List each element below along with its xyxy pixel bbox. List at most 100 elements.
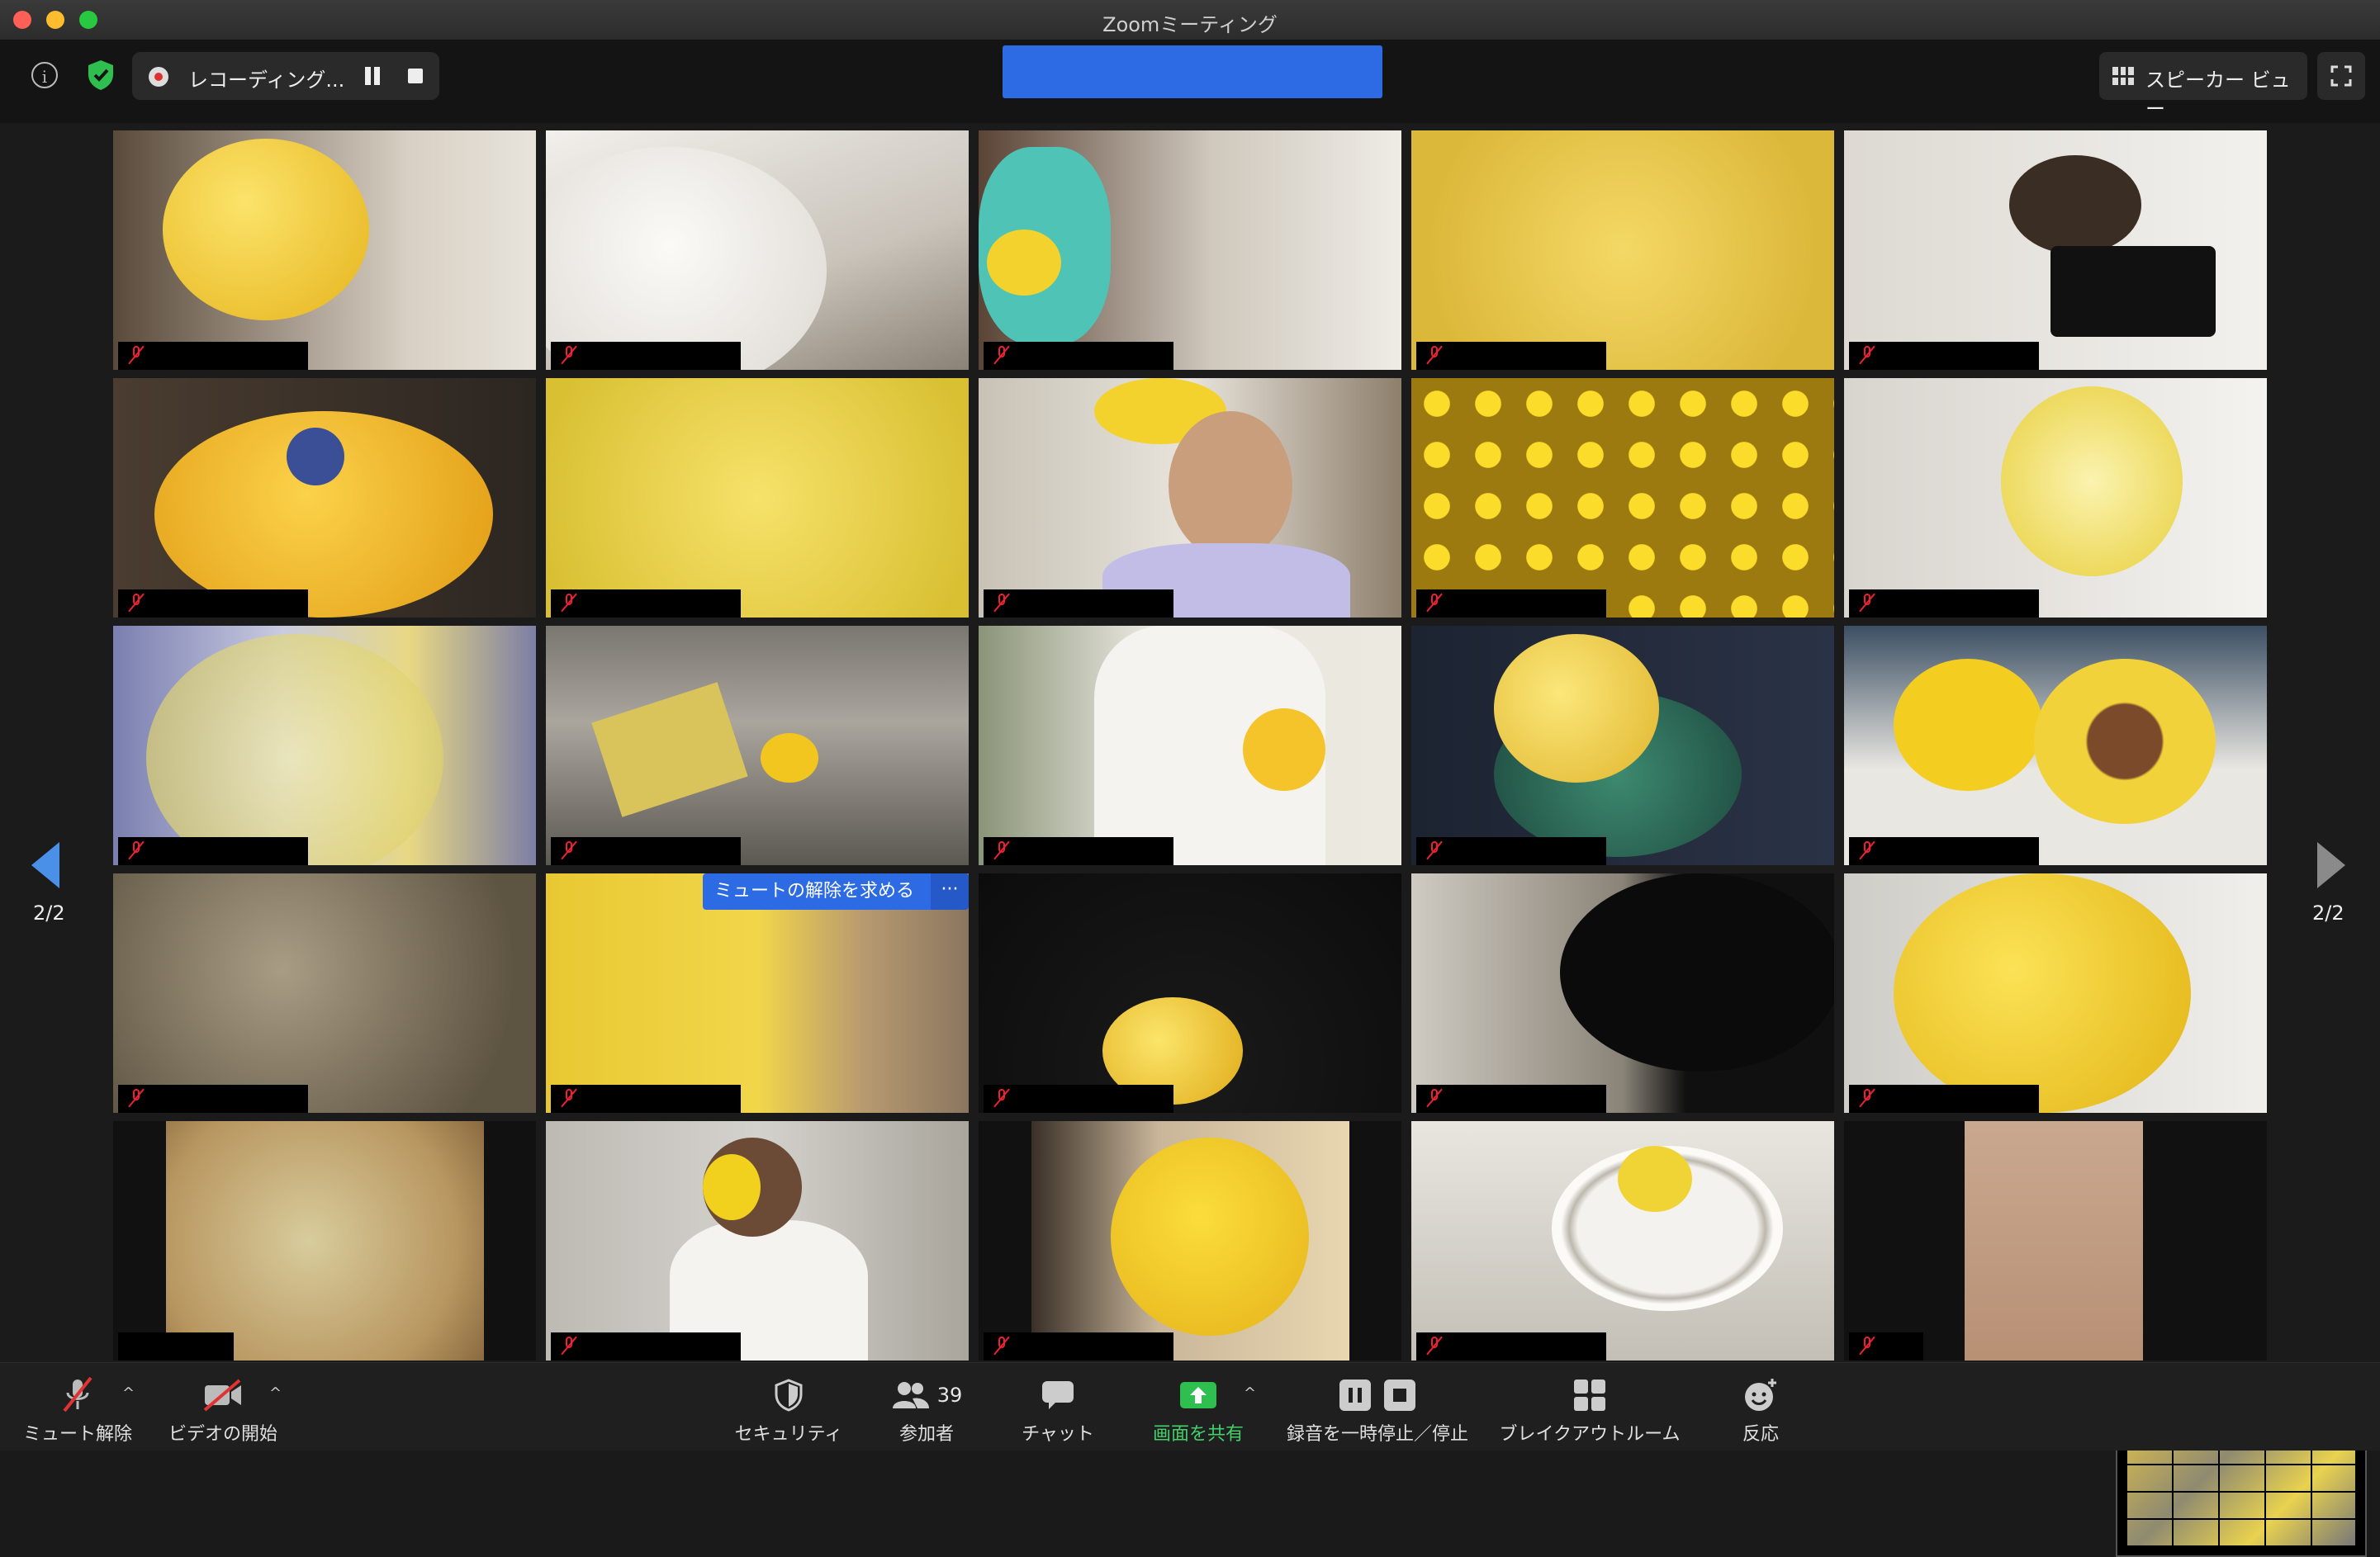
unmute-button[interactable]: ミュート解除 [20, 1375, 135, 1446]
muted-mic-icon [126, 1088, 146, 1108]
video-tile[interactable] [1411, 1121, 1834, 1361]
muted-mic-icon [992, 345, 1012, 365]
share-screen-icon [1180, 1382, 1216, 1408]
breakout-rooms-icon [1574, 1380, 1605, 1411]
participant-name-bar [1416, 837, 1606, 865]
chevron-right-icon [2317, 842, 2345, 888]
video-grid: ミュートの解除を求める ··· [113, 130, 2267, 1361]
muted-mic-icon [126, 345, 146, 365]
video-tile[interactable] [1411, 873, 1834, 1113]
security-button[interactable]: セキュリティ [727, 1375, 851, 1446]
participant-name-bar [551, 1085, 741, 1113]
video-tile[interactable] [1411, 130, 1834, 370]
next-page-button[interactable]: 2/2 [2312, 842, 2345, 925]
video-tile[interactable] [113, 130, 536, 370]
participant-name-bar [1849, 837, 2039, 865]
muted-mic-icon [1425, 345, 1444, 365]
muted-mic-icon [992, 1336, 1012, 1356]
video-tile[interactable] [979, 1121, 1401, 1361]
video-tile[interactable] [1411, 626, 1834, 865]
pause-recording-icon[interactable] [363, 67, 382, 85]
video-tile[interactable]: ミュートの解除を求める ··· [546, 873, 969, 1113]
start-video-button[interactable]: ビデオの開始 [165, 1375, 281, 1446]
participants-count: 39 [936, 1384, 963, 1407]
muted-mic-icon [559, 840, 579, 860]
chat-label: チャット [1022, 1424, 1094, 1445]
participant-name-bar [118, 837, 308, 865]
video-off-icon [203, 1379, 241, 1412]
video-tile[interactable] [1844, 1121, 2267, 1361]
more-options-button[interactable]: ··· [931, 873, 969, 910]
video-options-chevron-up-icon[interactable]: ^ [269, 1384, 282, 1402]
participant-name-bar [1416, 1085, 1606, 1113]
muted-mic-icon [1425, 1088, 1444, 1108]
video-tile[interactable] [979, 378, 1401, 618]
participants-button[interactable]: 39 参加者 [887, 1375, 966, 1446]
participant-name-bar [118, 342, 308, 370]
video-tile[interactable] [1844, 130, 2267, 370]
video-tile[interactable] [546, 130, 969, 370]
breakout-rooms-button[interactable]: ブレイクアウトルーム [1496, 1375, 1683, 1446]
meeting-topbar: i レコーディング... スピーカー ビュー [0, 40, 2380, 123]
participant-name-bar [1849, 1085, 2039, 1113]
unmute-label: ミュート解除 [22, 1424, 132, 1445]
fullscreen-button[interactable] [2317, 52, 2365, 100]
participant-name-bar [1849, 342, 2039, 370]
emoji-reaction-icon [1745, 1379, 1776, 1411]
video-tile[interactable] [113, 626, 536, 865]
video-tile[interactable] [113, 873, 536, 1113]
share-options-chevron-up-icon[interactable]: ^ [1244, 1384, 1256, 1402]
audio-options-chevron-up-icon[interactable]: ^ [122, 1384, 135, 1402]
participant-name-bar [118, 589, 308, 618]
participant-name-bar [984, 1332, 1173, 1361]
stop-recording-icon[interactable] [408, 69, 423, 83]
ask-to-unmute-button[interactable]: ミュートの解除を求める [703, 873, 969, 910]
participant-name-bar [118, 1332, 234, 1361]
muted-mic-icon [559, 593, 579, 613]
participant-name-bar [984, 589, 1173, 618]
muted-mic-icon [126, 593, 146, 613]
chat-button[interactable]: チャット [1012, 1375, 1103, 1446]
muted-mic-icon [1857, 593, 1877, 613]
participant-name-bar [984, 342, 1173, 370]
page-indicator: 2/2 [2312, 902, 2344, 925]
shield-icon [775, 1379, 803, 1412]
previous-page-button[interactable]: 2/2 [31, 842, 65, 925]
muted-mic-icon [1425, 593, 1444, 613]
recording-controls-button[interactable]: 録音を一時停止／停止 [1285, 1375, 1470, 1446]
meeting-toolbar: ミュート解除 ^ ビデオの開始 ^ セキュリティ 39 参加者 チャット 画面を… [0, 1362, 2380, 1451]
recording-controls-label: 録音を一時停止／停止 [1286, 1424, 1468, 1445]
participant-name-bar [551, 589, 741, 618]
chevron-left-icon [31, 842, 59, 888]
video-tile[interactable] [1844, 378, 2267, 618]
pause-icon [1339, 1380, 1371, 1411]
window-title: Zoomミーティング [1102, 13, 1278, 36]
view-label: スピーカー ビュー [2145, 69, 2291, 121]
recording-label: レコーディング... [188, 69, 345, 92]
video-tile[interactable] [1844, 626, 2267, 865]
video-tile[interactable] [546, 1121, 969, 1361]
muted-mic-icon [126, 840, 146, 860]
speaker-view-button[interactable]: スピーカー ビュー [2099, 52, 2307, 121]
video-tile[interactable] [979, 626, 1401, 865]
reactions-button[interactable]: 反応 [1728, 1375, 1794, 1446]
video-tile[interactable] [546, 626, 969, 865]
participant-name-bar [984, 1085, 1173, 1113]
meeting-info-icon[interactable]: i [31, 62, 58, 88]
video-tile[interactable] [979, 130, 1401, 370]
participant-name-bar [551, 1332, 741, 1361]
gallery-grid-icon [2112, 67, 2134, 85]
video-tile[interactable] [979, 873, 1401, 1113]
fullscreen-icon [2330, 65, 2352, 87]
participant-name-bar [1849, 1332, 1923, 1361]
video-tile[interactable] [1411, 378, 1834, 618]
video-tile[interactable] [113, 1121, 536, 1361]
video-tile[interactable] [546, 378, 969, 618]
video-tile[interactable] [113, 378, 536, 618]
encryption-shield-icon[interactable] [86, 59, 116, 92]
muted-mic-icon [1425, 1336, 1444, 1356]
video-tile[interactable] [1844, 873, 2267, 1113]
share-screen-button[interactable]: 画面を共有 [1145, 1375, 1252, 1446]
participant-name-bar [551, 837, 741, 865]
muted-mic-icon [992, 840, 1012, 860]
